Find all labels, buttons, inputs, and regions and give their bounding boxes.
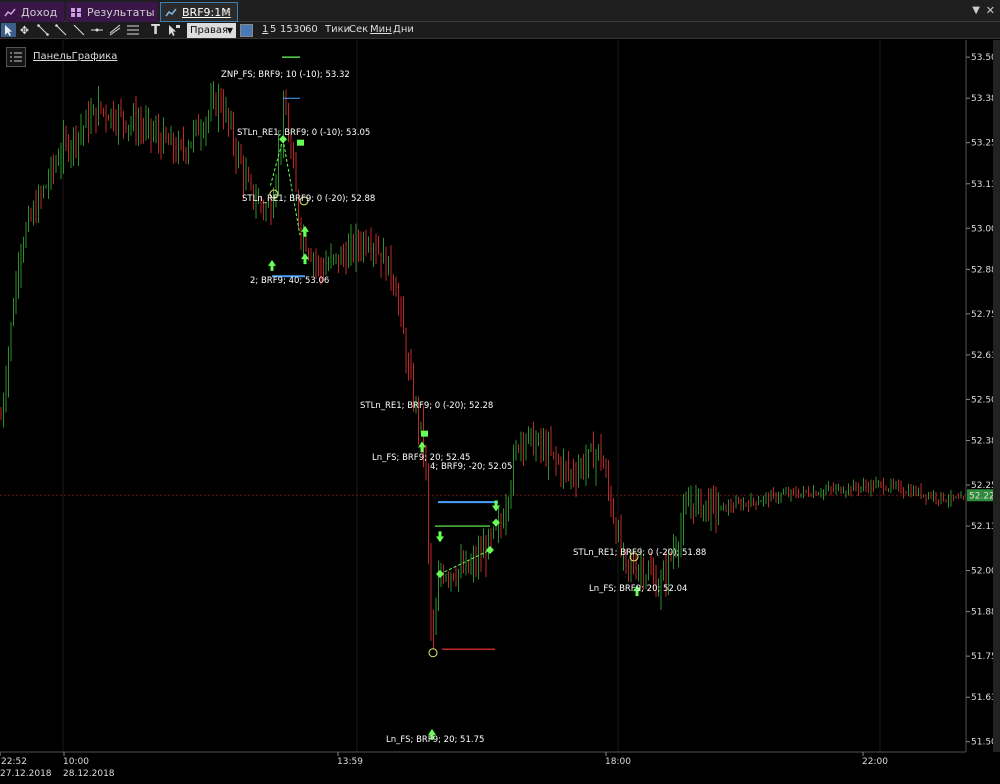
- buy-arrow-icon: [268, 259, 276, 271]
- x-date-label: 27.12.2018: [0, 769, 52, 779]
- trade-annotation: STLn_RE1; BRF9; 0 (-20); 52.28: [360, 401, 493, 411]
- period-1-button[interactable]: 1: [262, 24, 268, 35]
- list-icon[interactable]: [6, 47, 26, 67]
- axis-side-select[interactable]: Правая ▼: [187, 23, 236, 38]
- channel-icon[interactable]: [107, 23, 122, 37]
- color-picker-button[interactable]: [240, 24, 253, 37]
- trade-annotation: STLn_RE1; BRF9; 0 (-20); 51.88: [573, 548, 706, 558]
- flag-icon: [297, 139, 304, 146]
- period-60-button[interactable]: 60: [305, 24, 318, 35]
- chart-line-icon: [4, 8, 16, 16]
- unit-days-button[interactable]: Дни: [393, 24, 414, 35]
- trade-diamond-icon: [486, 546, 494, 555]
- tab-results-label: Результаты: [87, 5, 155, 19]
- line-tool-icon[interactable]: [35, 23, 50, 37]
- x-tick-label: 13:59: [337, 757, 363, 767]
- tab-list-dropdown-icon[interactable]: ▼: [972, 5, 980, 16]
- price-chart[interactable]: ZNP_FS; BRF9; 10 (-10); 53.32 STLn_RE1; B…: [0, 40, 1000, 784]
- chart-panel-link[interactable]: ПанельГрафика: [33, 51, 117, 62]
- close-tab-icon[interactable]: ✕: [223, 6, 232, 19]
- x-date-label: 28.12.2018: [63, 769, 115, 779]
- chart-line-icon: [165, 8, 177, 16]
- buy-arrow-icon: [301, 253, 309, 265]
- trade-annotation: Ln_FS; BRF9; 20; 51.75: [386, 735, 484, 745]
- tab-results[interactable]: Результаты: [66, 2, 158, 22]
- tab-brf9-chart[interactable]: BRF9:1M ✕: [160, 2, 238, 22]
- label-tool-icon[interactable]: [166, 23, 181, 37]
- flag-icon: [421, 430, 428, 437]
- trend-line-icon[interactable]: [71, 23, 86, 37]
- ray-tool-icon[interactable]: [53, 23, 68, 37]
- trade-annotation: Ln_FS; BRF9; 20; 52.04: [589, 584, 687, 594]
- unit-ticks-button[interactable]: Тики: [325, 24, 350, 35]
- trade-annotation: 2; BRF9; 40; 53.06: [250, 276, 329, 286]
- trade-path-line: [439, 549, 491, 575]
- chart-toolbar: ✥ T Правая ▼ 1 5 15 30 60 Тики Сек Мин Дн…: [0, 22, 1000, 39]
- unit-sec-button[interactable]: Сек: [349, 24, 368, 35]
- buy-arrow-icon: [301, 225, 309, 237]
- text-tool-icon[interactable]: T: [148, 23, 163, 38]
- fibonacci-icon[interactable]: [125, 23, 140, 37]
- vertical-scrollbar[interactable]: [993, 40, 1000, 752]
- crosshair-icon[interactable]: ✥: [17, 23, 32, 37]
- x-tick-label: 22:52: [1, 757, 27, 767]
- buy-arrow-icon: [418, 441, 426, 453]
- trade-annotation: ZNP_FS; BRF9; 10 (-10); 53.32: [221, 70, 350, 80]
- period-5-button[interactable]: 5: [270, 24, 276, 35]
- stop-circle-icon: [428, 648, 438, 658]
- tab-income-label: Доход: [21, 5, 58, 19]
- cursor-arrow-icon[interactable]: [1, 23, 16, 37]
- period-15-button[interactable]: 15: [280, 24, 293, 35]
- last-price-label: 52.22: [969, 491, 995, 501]
- x-tick-label: 22:00: [862, 757, 888, 767]
- trade-diamond-icon: [436, 570, 444, 578]
- tab-income[interactable]: Доход: [0, 2, 64, 22]
- trade-annotation: STLn_RE1; BRF9; 0 (-20); 52.88: [242, 194, 375, 204]
- axis-side-value: Правая: [190, 25, 229, 36]
- x-tick-label: 18:00: [605, 757, 631, 767]
- x-tick-label: 10:00: [63, 757, 89, 767]
- chevron-down-icon: ▼: [226, 26, 233, 35]
- trade-annotation: STLn_RE1; BRF9; 0 (-10); 53.05: [237, 128, 370, 138]
- period-30-button[interactable]: 30: [293, 24, 306, 35]
- grid-icon: [71, 7, 81, 17]
- sell-arrow-icon: [436, 531, 444, 543]
- trade-annotation: 4; BRF9; -20; 52.05: [430, 462, 512, 472]
- tab-bar: Доход Результаты BRF9:1M ✕ ▼ ✕: [0, 0, 1000, 22]
- horizontal-line-icon[interactable]: [89, 23, 104, 37]
- unit-min-button[interactable]: Мин: [370, 24, 392, 35]
- close-window-icon[interactable]: ✕: [986, 4, 995, 17]
